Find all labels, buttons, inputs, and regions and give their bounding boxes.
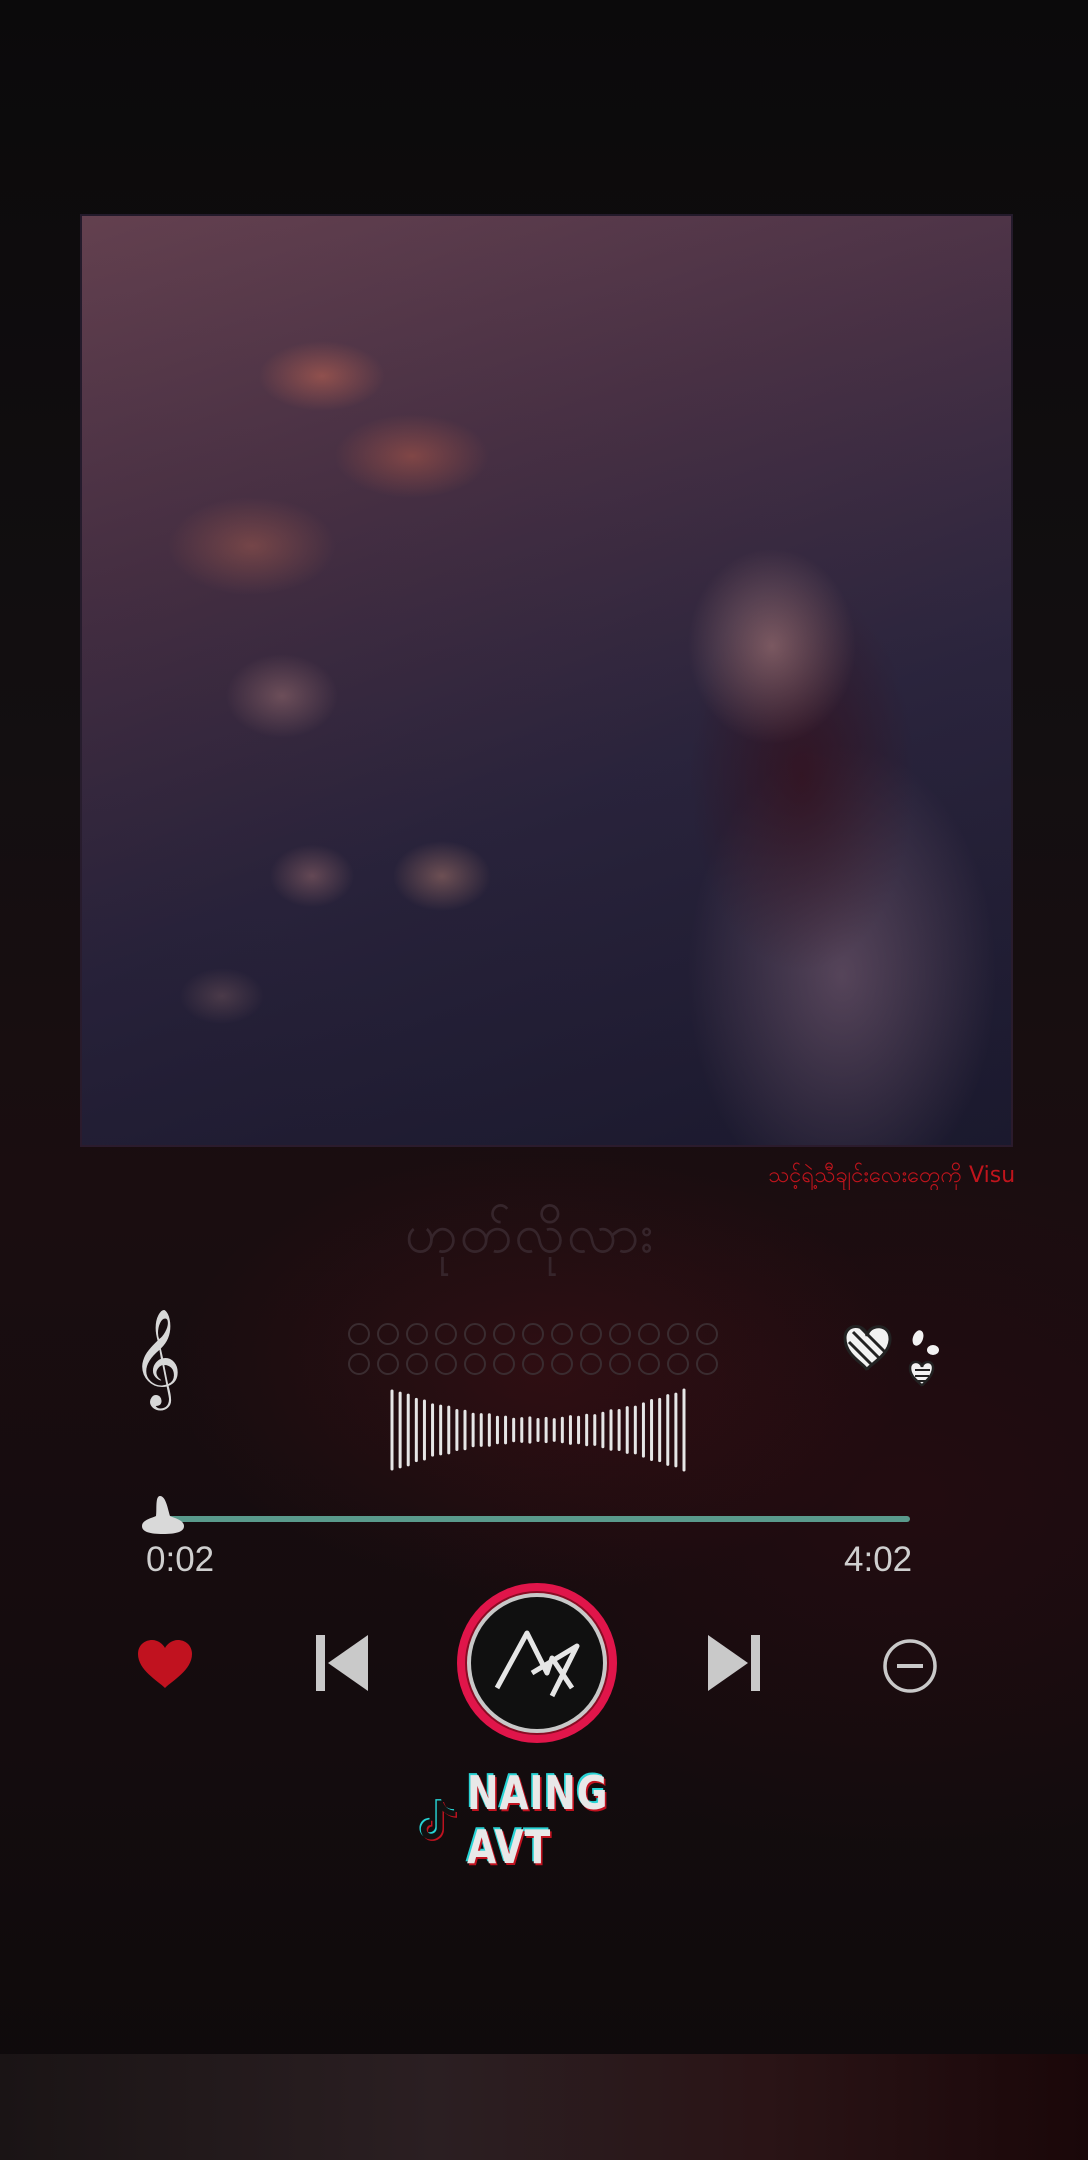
dot xyxy=(638,1323,660,1345)
current-time: 0:02 xyxy=(146,1540,215,1579)
play-pause-button[interactable] xyxy=(452,1578,622,1748)
dot xyxy=(667,1323,689,1345)
seek-thumb[interactable] xyxy=(140,1492,186,1538)
skip-next-icon xyxy=(708,1635,760,1691)
dots-pattern xyxy=(348,1323,718,1375)
dot xyxy=(493,1353,515,1375)
bottom-bar xyxy=(0,2054,1088,2160)
dot xyxy=(464,1353,486,1375)
dot xyxy=(406,1323,428,1345)
brand-watermark: NAING AVT xyxy=(418,1766,678,1874)
song-title: ဟုတ်လိုလား xyxy=(404,1202,656,1265)
total-time: 4:02 xyxy=(844,1540,913,1579)
dot xyxy=(377,1353,399,1375)
dot xyxy=(377,1323,399,1345)
favorite-button[interactable] xyxy=(133,1632,197,1696)
dot xyxy=(580,1323,602,1345)
dot xyxy=(580,1353,602,1375)
tiktok-logo-icon xyxy=(419,1799,457,1841)
album-cover-image xyxy=(82,216,1011,1145)
dot xyxy=(348,1353,370,1375)
dot xyxy=(609,1323,631,1345)
marquee-text: သင့်ရဲ့သီချင်းလေးတွေကို Visu xyxy=(768,1163,1016,1188)
dot xyxy=(638,1353,660,1375)
dot xyxy=(522,1323,544,1345)
dot xyxy=(609,1353,631,1375)
dot xyxy=(493,1323,515,1345)
skip-previous-icon xyxy=(316,1635,368,1691)
hearts-doodle-icon xyxy=(843,1325,939,1387)
music-player-screen: သင့်ရဲ့သီချင်းလေးတွေကို Visu ဟုတ်လိုလား … xyxy=(0,0,1088,2160)
dot xyxy=(435,1353,457,1375)
dot xyxy=(667,1353,689,1375)
dot xyxy=(696,1353,718,1375)
heart-icon xyxy=(138,1640,192,1688)
treble-clef-icon: 𝄞 xyxy=(132,1308,182,1406)
dot xyxy=(348,1323,370,1345)
dot xyxy=(464,1323,486,1345)
brand-text: NAING AVT xyxy=(467,1766,609,1874)
dot xyxy=(406,1353,428,1375)
seek-track[interactable] xyxy=(160,1516,910,1522)
album-overlay xyxy=(82,216,1011,1145)
seek-bar[interactable] xyxy=(140,1492,910,1542)
dot xyxy=(435,1323,457,1345)
audio-visualizer xyxy=(390,1388,686,1472)
play-pause-logo-button xyxy=(457,1583,617,1743)
previous-button[interactable] xyxy=(310,1628,374,1698)
next-button[interactable] xyxy=(702,1628,766,1698)
minus-circle-icon xyxy=(883,1639,937,1693)
minus-button[interactable] xyxy=(880,1636,940,1696)
dot xyxy=(551,1323,573,1345)
dot xyxy=(522,1353,544,1375)
dot xyxy=(696,1323,718,1345)
dot xyxy=(551,1353,573,1375)
